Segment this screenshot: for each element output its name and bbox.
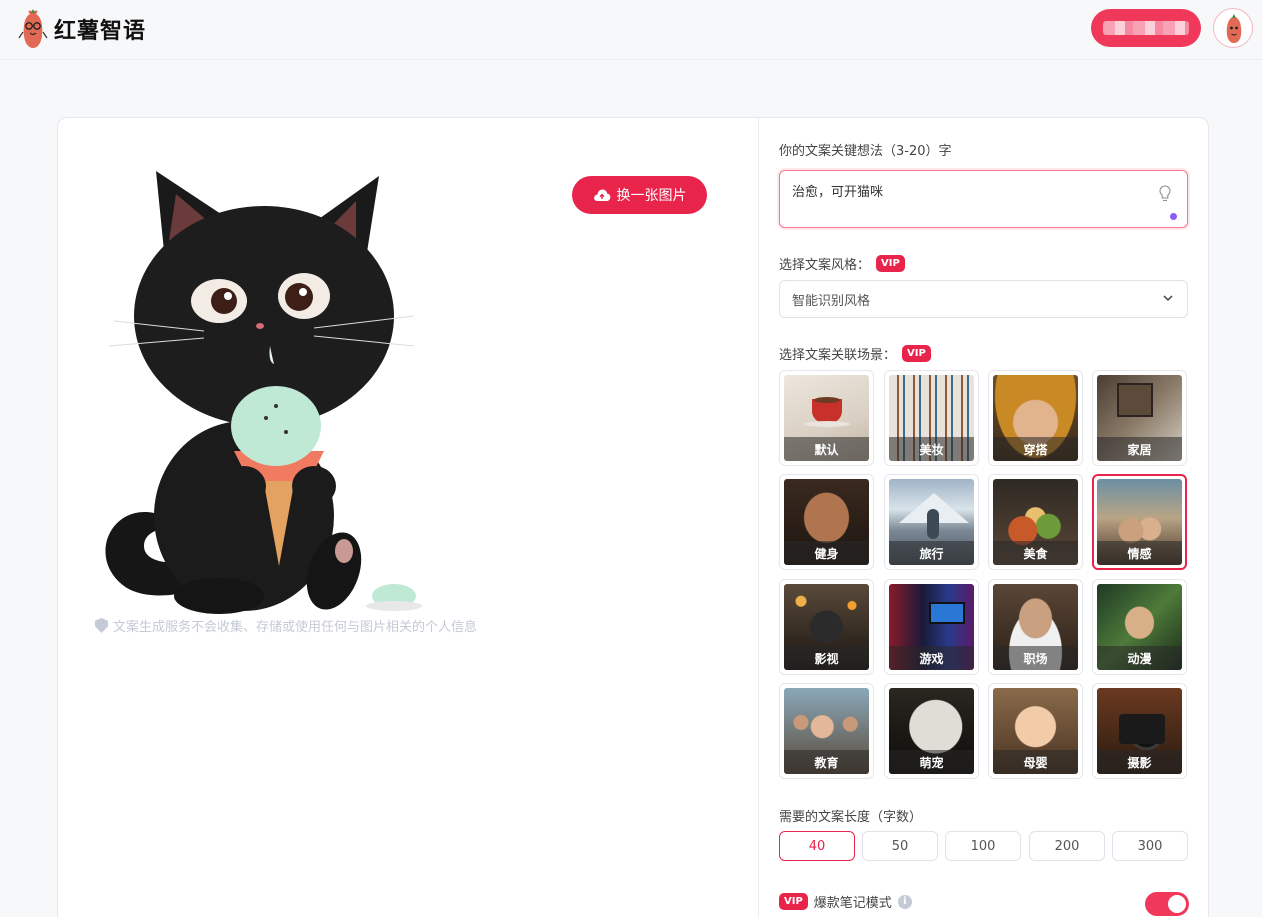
vip-badge: VIP [902,345,931,362]
scene-tile-label: 摄影 [1097,750,1182,774]
scene-tile-games[interactable]: 游戏 [884,579,979,675]
scene-thumbnail: 游戏 [889,584,974,670]
scene-thumbnail: 动漫 [1097,584,1182,670]
style-select-value: 智能识别风格 [792,293,871,309]
vip-badge: VIP [779,893,808,910]
scene-tile-label: 动漫 [1097,646,1182,670]
scene-tile-label: 美食 [993,541,1078,565]
scene-thumbnail: 旅行 [889,479,974,565]
scene-tile-home[interactable]: 家居 [1092,370,1187,466]
scene-tile-label: 教育 [784,750,869,774]
uploaded-image [94,156,434,616]
scene-thumbnail: 摄影 [1097,688,1182,774]
scene-thumbnail: 健身 [784,479,869,565]
scene-tile-label: 默认 [784,437,869,461]
scene-tile-travel[interactable]: 旅行 [884,474,979,570]
lightbulb-icon[interactable] [1159,185,1171,203]
scene-tile-photography[interactable]: 摄影 [1092,683,1187,779]
scene-thumbnail: 情感 [1097,479,1182,565]
length-option-100[interactable]: 100 [945,831,1021,861]
scene-tile-label: 萌宠 [889,750,974,774]
change-image-label: 换一张图片 [616,187,687,203]
privacy-note: 文案生成服务不会收集、存储或使用任何与图片相关的个人信息 [95,616,477,635]
sweet-potato-mascot-icon [18,8,48,50]
image-pane: 换一张图片 文案生成服务不会收集、存储或使用任何与图片相关的个人信息 [58,118,758,917]
scene-tile-default[interactable]: 默认 [779,370,874,466]
scene-tile-label: 游戏 [889,646,974,670]
top-header: 红薯智语 [0,0,1262,60]
avatar[interactable] [1213,8,1253,48]
length-option-50[interactable]: 50 [862,831,938,861]
vip-badge: VIP [876,255,905,272]
options-pane: 你的文案关键想法（3-20）字 治愈，可开猫咪 选择文案风格： VIP 智能识别… [779,118,1189,917]
scene-thumbnail: 美食 [993,479,1078,565]
length-label: 需要的文案长度（字数） [779,810,923,825]
shield-icon [95,618,108,633]
scene-tile-film[interactable]: 影视 [779,579,874,675]
scene-thumbnail: 教育 [784,688,869,774]
black-cat-ice-cream-illustration [105,171,422,614]
scene-thumbnail: 美妆 [889,375,974,461]
scene-tile-education[interactable]: 教育 [779,683,874,779]
style-label: 选择文案风格： VIP [779,254,905,273]
scene-label: 选择文案关联场景： VIP [779,344,931,363]
scene-thumbnail: 萌宠 [889,688,974,774]
scene-thumbnail: 母婴 [993,688,1078,774]
app-name: 红薯智语 [54,19,147,44]
scene-tile-label: 美妆 [889,437,974,461]
scene-tile-label: 健身 [784,541,869,565]
generator-card: 换一张图片 文案生成服务不会收集、存储或使用任何与图片相关的个人信息 你的文案关… [57,117,1209,917]
scene-thumbnail: 穿搭 [993,375,1078,461]
account-button[interactable] [1091,9,1201,47]
scene-tile-outfit[interactable]: 穿搭 [988,370,1083,466]
change-image-button[interactable]: 换一张图片 [572,176,707,214]
blurred-account-label [1103,21,1189,35]
idea-label-text: 你的文案关键想法（3-20）字 [779,144,952,159]
pane-divider [758,118,759,917]
style-select[interactable]: 智能识别风格 [779,280,1188,318]
scene-tile-pets[interactable]: 萌宠 [884,683,979,779]
scene-tile-emotion[interactable]: 情感 [1092,474,1187,570]
scene-tile-label: 家居 [1097,437,1182,461]
scene-thumbnail: 影视 [784,584,869,670]
scene-tile-label: 职场 [993,646,1078,670]
app-logo[interactable]: 红薯智语 [18,8,146,50]
scene-tile-anime[interactable]: 动漫 [1092,579,1187,675]
scene-tile-makeup[interactable]: 美妆 [884,370,979,466]
toggle-knob [1168,895,1186,913]
style-label-text: 选择文案风格： [779,258,871,273]
scene-thumbnail: 默认 [784,375,869,461]
length-option-40[interactable]: 40 [779,831,855,861]
hot-note-mode-row: VIP 爆款笔记模式 i [779,892,912,911]
scene-label-text: 选择文案关联场景： [779,348,897,363]
scene-tile-label: 情感 [1097,541,1182,565]
scene-tile-label: 穿搭 [993,437,1078,461]
scene-thumbnail: 职场 [993,584,1078,670]
hot-note-mode-toggle[interactable] [1145,892,1189,916]
info-icon[interactable]: i [897,894,912,909]
scene-tile-workplace[interactable]: 职场 [988,579,1083,675]
scene-tile-baby[interactable]: 母婴 [988,683,1083,779]
idea-input-value: 治愈，可开猫咪 [792,185,884,200]
privacy-text: 文案生成服务不会收集、存储或使用任何与图片相关的个人信息 [113,620,478,635]
scene-tile-label: 母婴 [993,750,1078,774]
chevron-down-icon [1163,295,1173,302]
hot-note-mode-label: 爆款笔记模式 [813,896,892,911]
sweet-potato-avatar-icon [1226,14,1242,43]
status-dot-icon [1170,213,1177,220]
scene-tile-food[interactable]: 美食 [988,474,1083,570]
length-option-300[interactable]: 300 [1112,831,1188,861]
idea-label: 你的文案关键想法（3-20）字 [779,140,952,159]
length-option-200[interactable]: 200 [1029,831,1105,861]
scene-tile-label: 旅行 [889,541,974,565]
scene-thumbnail: 家居 [1097,375,1182,461]
scene-tile-label: 影视 [784,646,869,670]
scene-tile-fitness[interactable]: 健身 [779,474,874,570]
cloud-upload-icon [593,189,610,201]
idea-input[interactable]: 治愈，可开猫咪 [779,170,1188,228]
